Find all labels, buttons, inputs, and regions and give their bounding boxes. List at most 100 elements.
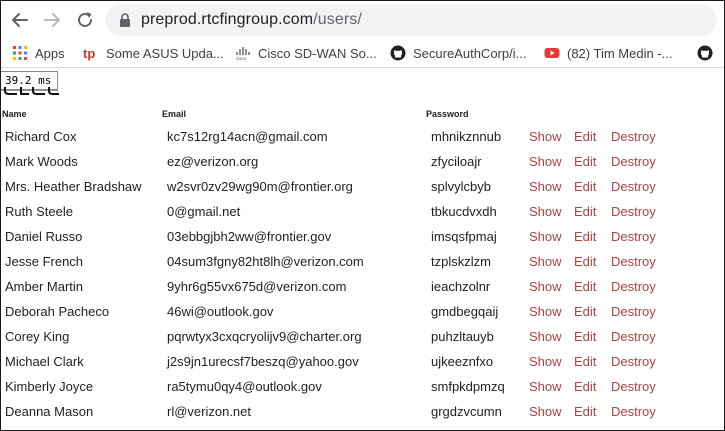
destroy-link[interactable]: Destroy	[611, 154, 656, 169]
user-password: tzplskzlzm	[431, 254, 491, 269]
edit-link[interactable]: Edit	[574, 129, 596, 144]
user-password: gmdbegqaij	[431, 304, 499, 319]
column-header-password: Password	[426, 109, 469, 119]
url-host: preprod.rtcfingroup.com	[141, 11, 314, 28]
user-email: pqrwtyx3cxqcryolijv9@charter.org	[167, 329, 362, 344]
svg-text:tp: tp	[83, 46, 95, 61]
user-name: Deborah Pacheco	[5, 304, 110, 319]
user-email: rl@verizon.net	[167, 404, 252, 419]
show-link[interactable]: Show	[529, 129, 562, 144]
user-password: tbkucdvxdh	[431, 204, 497, 219]
edit-link[interactable]: Edit	[574, 304, 596, 319]
show-link[interactable]: Show	[529, 254, 562, 269]
user-password: puhzltauyb	[431, 329, 494, 344]
edit-link[interactable]: Edit	[574, 404, 596, 419]
destroy-link[interactable]: Destroy	[611, 354, 656, 369]
browser-window: preprod.rtcfingroup.com/users/ Apps tp S…	[0, 0, 725, 431]
bookmark-label: (82) Tim Medin -...	[567, 45, 673, 61]
show-link[interactable]: Show	[529, 229, 562, 244]
edit-link[interactable]: Edit	[574, 179, 596, 194]
destroy-link[interactable]: Destroy	[611, 179, 656, 194]
bookmark-secureauth[interactable]: SecureAuthCorp/i...	[390, 43, 526, 63]
show-link[interactable]: Show	[529, 154, 562, 169]
edit-link[interactable]: Edit	[574, 154, 596, 169]
show-link[interactable]: Show	[529, 204, 562, 219]
bookmarks-bar: Apps tp Some ASUS Upda... cisco Cisco SD…	[1, 39, 724, 68]
user-email: 9yhr6g55vx675d@verizon.com	[167, 279, 347, 294]
table-row: Ruth Steele 0@gmail.net tbkucdvxdh Show Edit…	[1, 204, 724, 229]
user-name: Richard Cox	[5, 129, 77, 144]
user-name: Mark Woods	[5, 154, 78, 169]
bookmark-cisco[interactable]: cisco Cisco SD-WAN So...	[235, 43, 377, 63]
destroy-link[interactable]: Destroy	[611, 404, 656, 419]
table-row: Richard Cox kc7s12rg14acn@gmail.com mhnikz…	[1, 129, 724, 154]
edit-link[interactable]: Edit	[574, 354, 596, 369]
user-email: ra5tymu0qy4@outlook.gov	[167, 379, 322, 394]
user-email: w2svr0zv29wg90m@frontier.org	[167, 179, 353, 194]
user-email: 04sum3fgny82ht8lh@verizon.com	[167, 254, 364, 269]
table-row: Michael Clark j2s9jn1urecsf7beszq@yahoo.g…	[1, 354, 724, 379]
bookmark-label: SecureAuthCorp/i...	[413, 45, 527, 61]
show-link[interactable]: Show	[529, 304, 562, 319]
bookmark-youtube[interactable]: (82) Tim Medin -...	[544, 43, 672, 63]
destroy-link[interactable]: Destroy	[611, 229, 656, 244]
edit-link[interactable]: Edit	[574, 329, 596, 344]
table-row: Mark Woods ez@verizon.org zfyciloajr Show Ed…	[1, 154, 724, 179]
table-row: Amber Martin 9yhr6g55vx675d@verizon.com ie…	[1, 279, 724, 304]
table-row: Deanna Mason rl@verizon.net grgdzvcumn Show…	[1, 404, 724, 429]
user-email: 0@gmail.net	[167, 204, 241, 219]
user-name: Kimberly Joyce	[5, 379, 94, 394]
edit-link[interactable]: Edit	[574, 204, 596, 219]
destroy-link[interactable]: Destroy	[611, 379, 656, 394]
show-link[interactable]: Show	[529, 354, 562, 369]
cisco-icon: cisco	[236, 47, 250, 61]
user-email: 46wi@outlook.gov	[167, 304, 274, 319]
user-password: ieachzolnr	[431, 279, 491, 294]
user-password: smfpkdpmzq	[431, 379, 505, 394]
browser-toolbar: preprod.rtcfingroup.com/users/	[1, 1, 724, 39]
back-arrow-icon[interactable]	[9, 9, 31, 31]
address-bar[interactable]: preprod.rtcfingroup.com/users/	[105, 4, 717, 36]
table-row: Deborah Pacheco 46wi@outlook.gov gmdbegqai…	[1, 304, 724, 329]
edit-link[interactable]: Edit	[574, 279, 596, 294]
user-password: zfyciloajr	[431, 154, 482, 169]
user-name: Corey King	[5, 329, 70, 344]
table-row: Corey King pqrwtyx3cxqcryolijv9@charter.o…	[1, 329, 724, 354]
destroy-link[interactable]: Destroy	[611, 304, 656, 319]
edit-link[interactable]: Edit	[574, 379, 596, 394]
user-name: Mrs. Heather Bradshaw	[5, 179, 142, 194]
show-link[interactable]: Show	[529, 329, 562, 344]
bookmark-apps[interactable]: Apps	[12, 43, 65, 63]
show-link[interactable]: Show	[529, 379, 562, 394]
bookmark-label: Apps	[35, 45, 65, 61]
destroy-link[interactable]: Destroy	[611, 129, 656, 144]
destroy-link[interactable]: Destroy	[611, 279, 656, 294]
user-email: ez@verizon.org	[167, 154, 259, 169]
forward-arrow-icon[interactable]	[41, 9, 63, 31]
column-header-name: Name	[2, 109, 27, 119]
show-link[interactable]: Show	[529, 404, 562, 419]
edit-link[interactable]: Edit	[574, 254, 596, 269]
show-link[interactable]: Show	[529, 279, 562, 294]
clipped-heading-fragment	[4, 87, 59, 95]
bookmark-asus[interactable]: tp Some ASUS Upda...	[83, 43, 224, 63]
show-link[interactable]: Show	[529, 179, 562, 194]
user-email: j2s9jn1urecsf7beszq@yahoo.gov	[167, 354, 359, 369]
destroy-link[interactable]: Destroy	[611, 254, 656, 269]
user-password: imsqsfpmaj	[431, 229, 497, 244]
user-password: ujkeeznfxo	[431, 354, 494, 369]
destroy-link[interactable]: Destroy	[611, 204, 656, 219]
page-content: 39.2 ms Name Email Password Richard Cox k…	[1, 68, 724, 430]
user-name: Michael Clark	[5, 354, 84, 369]
bookmark-github[interactable]	[697, 43, 720, 63]
reload-icon[interactable]	[74, 9, 96, 31]
table-row: Daniel Russo 03ebbgjbh2ww@frontier.gov ims…	[1, 229, 724, 254]
youtube-icon	[544, 48, 560, 58]
user-password: mhnikznnub	[431, 129, 502, 144]
edit-link[interactable]: Edit	[574, 229, 596, 244]
url-text: preprod.rtcfingroup.com/users/	[141, 11, 362, 29]
destroy-link[interactable]: Destroy	[611, 329, 656, 344]
lock-icon	[120, 13, 130, 27]
apps-grid-icon	[13, 46, 27, 60]
user-name: Amber Martin	[5, 279, 84, 294]
